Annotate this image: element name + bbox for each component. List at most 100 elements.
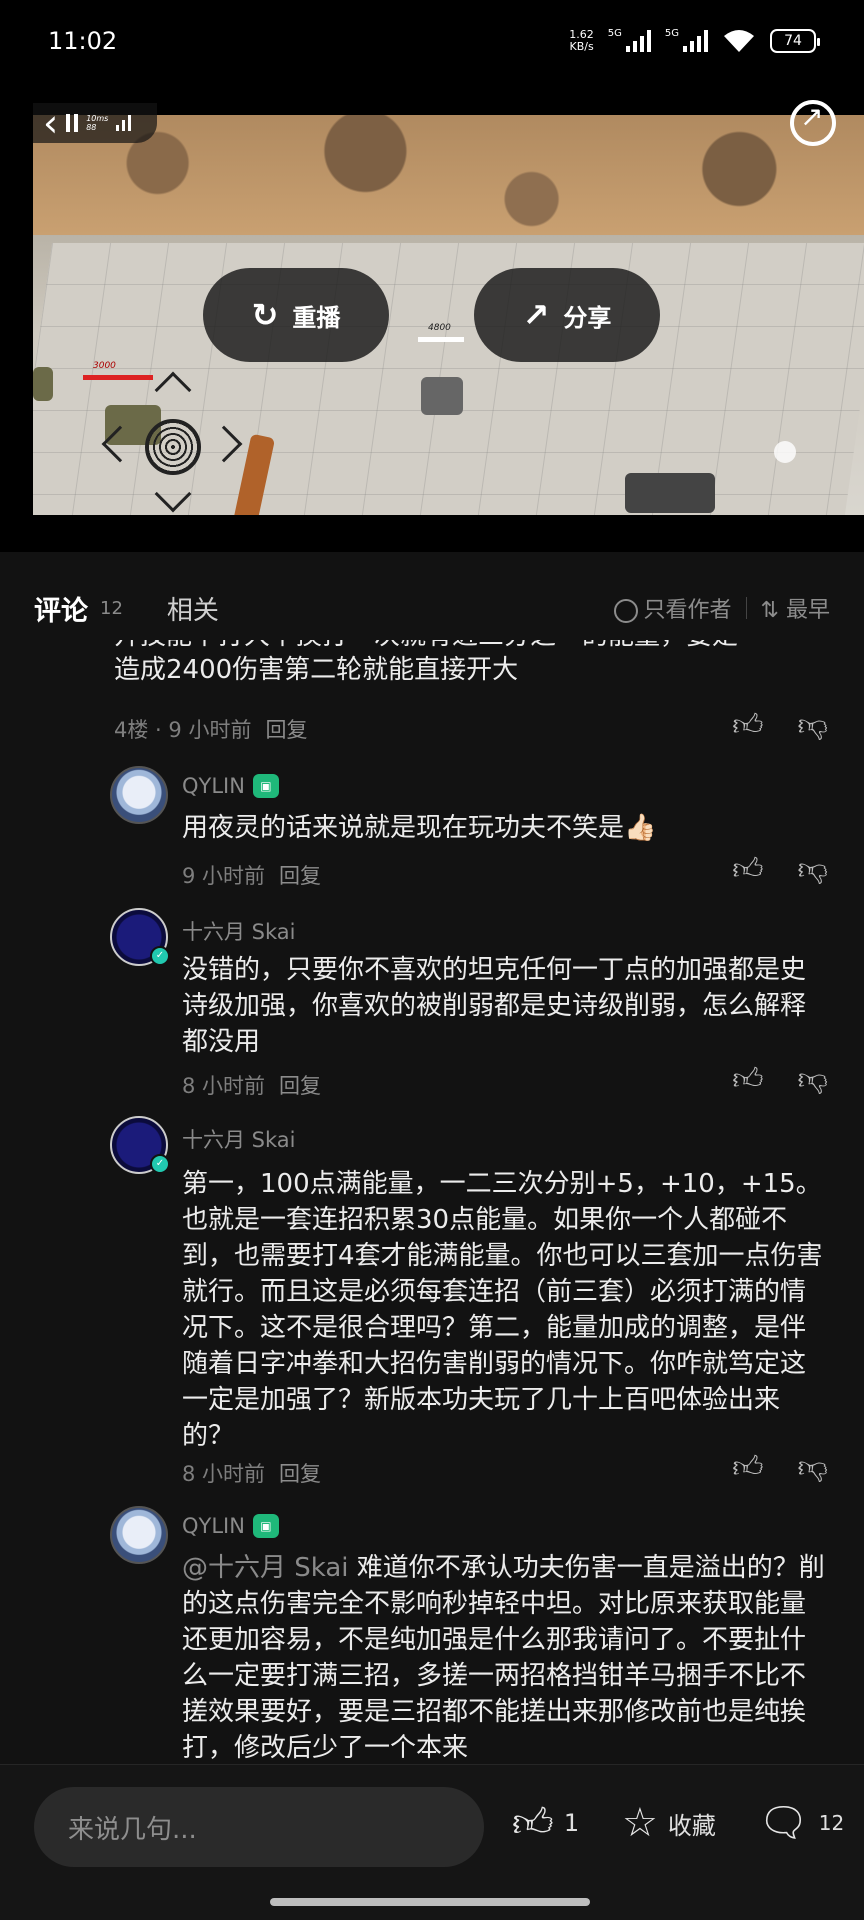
username-text: 十六月 Skai xyxy=(182,920,296,944)
comment-time: 8 小时前 xyxy=(182,1074,266,1098)
avatar[interactable] xyxy=(110,1506,168,1564)
avatar[interactable] xyxy=(110,766,168,824)
battery-level: 74 xyxy=(784,33,802,49)
hud-signal-icon xyxy=(116,115,132,131)
fingerprint-icon xyxy=(145,419,201,475)
home-indicator[interactable] xyxy=(270,1898,590,1906)
replay-label: 重播 xyxy=(292,303,341,332)
share-icon: ↗ xyxy=(522,296,550,334)
sort-icon: ⇅ xyxy=(760,598,779,623)
hp-label-1: 3000 xyxy=(93,361,116,371)
divider xyxy=(745,597,747,619)
comment-text: 第一，100点满能量，一二三次分别+5，+10，+15。也就是一套连招积累30点… xyxy=(182,1169,823,1451)
username[interactable]: QYLIN ▣ xyxy=(182,774,279,798)
comment-button[interactable]: 🗨︎ 12 xyxy=(758,1803,844,1843)
signal-icon xyxy=(625,30,651,52)
clock: 11:02 xyxy=(48,27,118,55)
avatar[interactable]: ✓ xyxy=(110,908,170,966)
avatar[interactable]: ✓ xyxy=(110,1116,170,1174)
replay-icon: ↻ xyxy=(251,296,279,334)
floor-number: 4楼 xyxy=(114,718,149,742)
sort-label: 最早 xyxy=(785,598,830,623)
like-icon[interactable]: 👍︎ xyxy=(732,852,763,888)
hp-label-2: 4800 xyxy=(428,323,451,333)
fingerprint-dpad xyxy=(101,371,243,515)
sim2-5g-label: 5G xyxy=(664,28,679,39)
star-icon: ☆ xyxy=(622,1800,658,1846)
comment-meta: 9 小时前 回复 xyxy=(182,860,321,890)
reply-button[interactable]: 回复 xyxy=(279,864,321,888)
comment-bubble-icon: 🗨︎ xyxy=(758,1800,809,1846)
signal-icon-2 xyxy=(683,30,708,52)
comment-actions: 👍︎ 👎︎ xyxy=(732,708,828,744)
fps-value: 88 xyxy=(86,123,97,132)
like-icon[interactable]: 👍︎ xyxy=(732,708,763,744)
comment-input-placeholder: 来说几句... xyxy=(68,1814,197,1845)
replay-button[interactable]: ↻ 重播 xyxy=(203,268,389,362)
latency-value: 10ms xyxy=(86,114,109,123)
like-count: 1 xyxy=(563,1809,580,1837)
comment-filters: 只看作者 ⇅ 最早 xyxy=(613,592,830,624)
battery-icon: 74 xyxy=(770,29,820,53)
comment-text: 造成2400伤害第二轮就能直接开大 xyxy=(114,655,519,685)
dislike-icon[interactable]: 👎︎ xyxy=(798,1062,828,1098)
username[interactable]: QYLIN ▣ xyxy=(182,1514,279,1538)
game-badge-icon: ▣ xyxy=(252,1514,279,1538)
like-button[interactable]: 👍︎ 1 xyxy=(512,1803,579,1843)
game-replay-frame[interactable]: 3000 4800 5000 xyxy=(33,115,864,515)
comment-meta: 4楼 · 9 小时前 回复 xyxy=(114,718,308,742)
comment-meta: 8 小时前 回复 xyxy=(182,1070,321,1100)
share-button[interactable]: ↗ 分享 xyxy=(474,268,660,362)
video-player[interactable]: 3000 4800 5000 ‹ 10ms88 ↻ 重播 ↗ 分享 xyxy=(0,82,864,552)
favorite-button[interactable]: ☆ 收藏 xyxy=(622,1803,716,1843)
like-icon[interactable]: 👍︎ xyxy=(732,1450,763,1486)
username[interactable]: 十六月 Skai xyxy=(182,916,296,946)
comment-tabs: 评论 12 相关 只看作者 ⇅ 最早 xyxy=(0,576,864,640)
verified-icon: ✓ xyxy=(150,1154,170,1174)
reply-button[interactable]: 回复 xyxy=(265,718,307,742)
dislike-icon[interactable]: 👎︎ xyxy=(798,852,828,888)
comment-actions: 👍︎ 👎︎ xyxy=(732,1062,828,1098)
dislike-icon[interactable]: 👎︎ xyxy=(798,1450,828,1486)
username-text: 十六月 Skai xyxy=(182,1128,296,1152)
pause-icon[interactable] xyxy=(66,114,79,132)
dislike-icon[interactable]: 👎︎ xyxy=(798,708,828,744)
reply-button[interactable]: 回复 xyxy=(279,1074,321,1098)
favorite-label: 收藏 xyxy=(667,1811,716,1840)
sim1-5g-label: 5G xyxy=(607,28,622,39)
author-only-toggle[interactable]: 只看作者 xyxy=(613,592,732,624)
username-text: QYLIN xyxy=(182,1514,245,1538)
tab-related[interactable]: 相关 xyxy=(167,590,219,627)
comments-count: 12 xyxy=(100,597,123,619)
video-top-left-controls: ‹ 10ms 88 xyxy=(33,103,157,143)
comment-input[interactable]: 来说几句... xyxy=(34,1787,484,1867)
share-top-icon[interactable] xyxy=(790,100,836,146)
latency-readout: 10ms 88 xyxy=(86,114,108,132)
comment-text: @十六月 Skai 难道你不承认功夫伤害一直是溢出的？削的这点伤害完全不影响秒掉… xyxy=(182,1550,830,1764)
username[interactable]: 十六月 Skai xyxy=(182,1124,296,1154)
username-text: QYLIN xyxy=(182,774,245,798)
radio-circle-icon xyxy=(613,599,638,623)
like-icon[interactable]: 👍︎ xyxy=(732,1062,763,1098)
share-label: 分享 xyxy=(563,303,612,332)
comment-actions: 👍︎ 👎︎ xyxy=(732,852,828,888)
target-tank xyxy=(421,377,463,415)
tab-comments[interactable]: 评论 xyxy=(34,589,88,628)
comment-count: 12 xyxy=(818,1811,845,1835)
target-hp-bar: 4800 xyxy=(418,323,464,342)
wifi-icon xyxy=(724,30,754,52)
enemy-tank-2 xyxy=(33,367,53,401)
comment-list[interactable]: 开技能下打大下挨打一次就有近三分之一的能量，要是 造成2400伤害第二轮就能直接… xyxy=(0,640,864,1764)
comment-body: 难道你不承认功夫伤害一直是溢出的？削的这点伤害完全不影响秒掉轻中坦。对比原来获取… xyxy=(182,1553,825,1763)
back-icon[interactable]: ‹ xyxy=(43,104,58,142)
sort-button[interactable]: ⇅ 最早 xyxy=(761,592,830,624)
comment-actions: 👍︎ 👎︎ xyxy=(732,1450,828,1486)
mention-link[interactable]: @十六月 Skai xyxy=(182,1553,349,1583)
reply-button[interactable]: 回复 xyxy=(279,1462,321,1486)
author-only-label: 只看作者 xyxy=(643,598,732,623)
comment-text: 没错的，只要你不喜欢的坦克任何一丁点的加强都是史诗级加强，你喜欢的被削弱都是史诗… xyxy=(182,955,807,1057)
comment-time: 9 小时前 xyxy=(182,864,266,888)
comment-time: 9 小时前 xyxy=(168,718,252,742)
game-badge-icon: ▣ xyxy=(252,774,279,798)
status-icons: 1.62 KB/s 5G 5G 74 xyxy=(569,28,820,54)
